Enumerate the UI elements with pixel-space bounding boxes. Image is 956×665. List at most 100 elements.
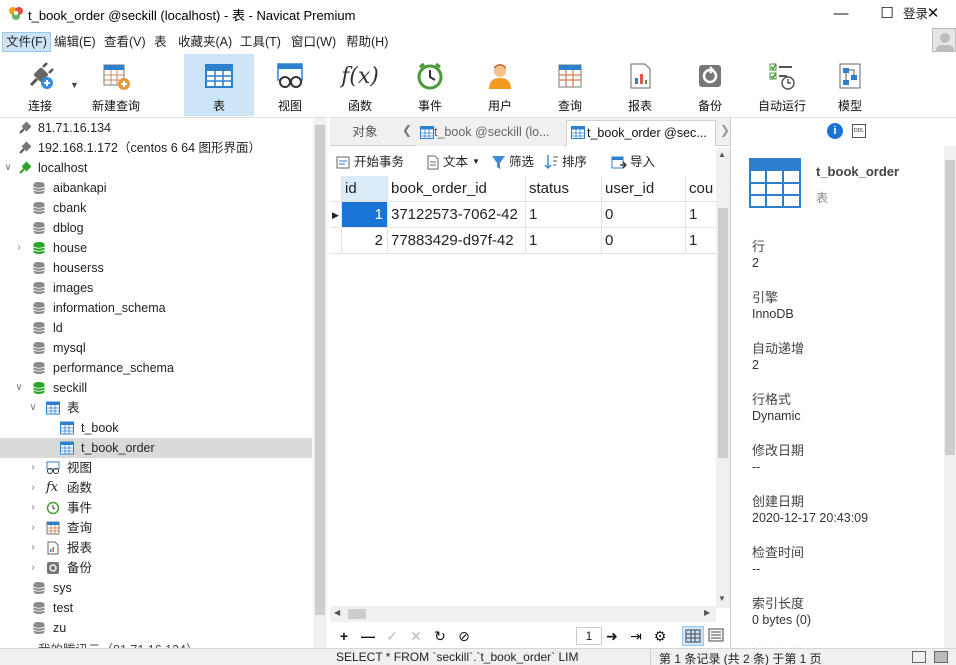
tree-folder-queries[interactable]: › 查询: [0, 518, 312, 538]
info-icon[interactable]: i: [827, 123, 843, 139]
chevron-right-icon[interactable]: ›: [28, 538, 38, 558]
new-query-button[interactable]: 新建查询: [81, 54, 151, 116]
data-grid[interactable]: id book_order_id status user_id cou ▶ 1 3712257…: [330, 176, 728, 606]
tree-db-house[interactable]: › house: [0, 238, 312, 258]
row-indicator[interactable]: [330, 228, 342, 254]
tree-folder-backups[interactable]: › 备份: [0, 558, 312, 578]
stop-button[interactable]: ⊘: [454, 627, 474, 645]
next-page-button[interactable]: ➜: [602, 627, 622, 645]
connect-dropdown-icon[interactable]: ▼: [70, 80, 79, 90]
tab-objects[interactable]: 对象: [330, 120, 400, 146]
table-cell[interactable]: 0: [602, 202, 686, 228]
tree-connection-81[interactable]: 81.71.16.134: [0, 118, 312, 138]
backup-button[interactable]: 备份: [675, 54, 745, 116]
tree-folder-functions[interactable]: › fx 函数: [0, 478, 312, 498]
grid-vscroll-thumb[interactable]: [718, 208, 728, 458]
page-number-input[interactable]: 1: [576, 627, 602, 645]
chevron-right-icon[interactable]: ›: [28, 498, 38, 518]
scroll-right-icon[interactable]: ▶: [704, 608, 710, 617]
tree-folder-views[interactable]: › 视图: [0, 458, 312, 478]
panel-toggle-icon[interactable]: [934, 651, 948, 663]
column-header[interactable]: user_id: [602, 176, 686, 202]
tree-table-t-book-order[interactable]: t_book_order: [0, 438, 312, 458]
apply-changes-button[interactable]: ✓: [382, 627, 402, 645]
table-cell[interactable]: 1: [342, 202, 388, 228]
grid-vertical-scrollbar[interactable]: ▲ ▼: [716, 148, 730, 608]
add-record-button[interactable]: +: [334, 627, 354, 645]
model-button[interactable]: 模型: [815, 54, 885, 116]
chevron-right-icon[interactable]: ›: [28, 478, 38, 498]
table-cell[interactable]: 1: [526, 202, 602, 228]
tree-db-images[interactable]: images: [0, 278, 312, 298]
text-view-button[interactable]: 文本 ▼: [426, 152, 480, 172]
table-button[interactable]: 表: [184, 54, 254, 116]
table-cell[interactable]: 0: [602, 228, 686, 254]
tree-folder-reports[interactable]: › 报表: [0, 538, 312, 558]
tree-connection-tencent-cloud[interactable]: 我的腾讯云（81.71.16.134）: [0, 640, 312, 648]
query-button[interactable]: 查询: [535, 54, 605, 116]
chevron-down-icon[interactable]: ∨: [3, 158, 13, 178]
ddl-icon[interactable]: DDL: [852, 124, 866, 138]
grid-view-button[interactable]: [682, 626, 704, 646]
tree-connection-localhost[interactable]: ∨ localhost: [0, 158, 312, 178]
menu-favorites[interactable]: 收藏夹(A): [175, 32, 235, 52]
settings-gear-icon[interactable]: ⚙: [650, 627, 670, 645]
row-indicator[interactable]: ▶: [330, 202, 342, 228]
tab-t-book-order[interactable]: t_book_order @sec...: [566, 120, 716, 146]
grid-horizontal-scrollbar[interactable]: ◀ ▶: [330, 606, 716, 622]
tree-db-performance-schema[interactable]: performance_schema: [0, 358, 312, 378]
tree-db-dblog[interactable]: dblog: [0, 218, 312, 238]
avatar[interactable]: [932, 28, 956, 52]
tree-folder-events[interactable]: › 事件: [0, 498, 312, 518]
import-button[interactable]: 导入: [611, 152, 655, 172]
layout-toggle-icon[interactable]: [912, 651, 926, 663]
tree-db-mysql[interactable]: mysql: [0, 338, 312, 358]
tab-t-book[interactable]: t_book @seckill (lo...: [416, 120, 564, 146]
tab-scroll-right-icon[interactable]: ❯: [720, 123, 730, 137]
discard-changes-button[interactable]: ✕: [406, 627, 426, 645]
tree-db-information-schema[interactable]: information_schema: [0, 298, 312, 318]
report-button[interactable]: 报表: [605, 54, 675, 116]
table-cell[interactable]: 2: [342, 228, 388, 254]
tree-scrollbar-thumb[interactable]: [315, 125, 325, 615]
form-view-button[interactable]: [706, 626, 728, 646]
tree-db-zu[interactable]: zu: [0, 618, 312, 638]
chevron-right-icon[interactable]: ›: [28, 558, 38, 578]
last-page-button[interactable]: ⇥: [626, 627, 646, 645]
tree-table-t-book[interactable]: t_book: [0, 418, 312, 438]
chevron-right-icon[interactable]: ›: [28, 518, 38, 538]
column-header[interactable]: book_order_id: [388, 176, 526, 202]
scroll-down-icon[interactable]: ▼: [718, 594, 726, 603]
minimize-button[interactable]: —: [818, 0, 864, 26]
refresh-button[interactable]: ↻: [430, 627, 450, 645]
sort-button[interactable]: 排序: [544, 152, 587, 172]
begin-transaction-button[interactable]: 开始事务: [336, 152, 404, 172]
user-button[interactable]: 用户: [465, 54, 535, 116]
menu-file[interactable]: 文件(F): [2, 32, 51, 52]
event-button[interactable]: 事件: [395, 54, 465, 116]
tree-folder-tables[interactable]: ∨ 表: [0, 398, 312, 418]
menu-edit[interactable]: 编辑(E): [51, 32, 99, 52]
chevron-down-icon[interactable]: ∨: [14, 378, 24, 398]
menu-window[interactable]: 窗口(W): [288, 32, 339, 52]
tree-db-seckill[interactable]: ∨ seckill: [0, 378, 312, 398]
tree-db-aibankapi[interactable]: aibankapi: [0, 178, 312, 198]
table-cell[interactable]: 37122573-7062-42: [388, 202, 526, 228]
menu-tools[interactable]: 工具(T): [237, 32, 284, 52]
info-panel-scrollbar-thumb[interactable]: [945, 160, 955, 455]
tree-db-test[interactable]: test: [0, 598, 312, 618]
view-button[interactable]: 视图: [255, 54, 325, 116]
tree-db-sys[interactable]: sys: [0, 578, 312, 598]
login-link[interactable]: 登录: [903, 3, 928, 22]
tree-db-cbank[interactable]: cbank: [0, 198, 312, 218]
delete-record-button[interactable]: —: [358, 627, 378, 645]
filter-button[interactable]: 筛选: [491, 152, 534, 172]
automation-button[interactable]: 自动运行: [745, 54, 819, 116]
tree-connection-192[interactable]: 192.168.1.172（centos 6 64 图形界面）: [0, 138, 312, 158]
connection-tree[interactable]: 81.71.16.134 192.168.1.172（centos 6 64 图…: [0, 118, 312, 648]
connect-button[interactable]: 连接: [5, 54, 75, 116]
menu-table[interactable]: 表: [151, 32, 170, 52]
text-dropdown-icon[interactable]: ▼: [472, 152, 480, 172]
column-header[interactable]: status: [526, 176, 602, 202]
menu-view[interactable]: 查看(V): [101, 32, 149, 52]
